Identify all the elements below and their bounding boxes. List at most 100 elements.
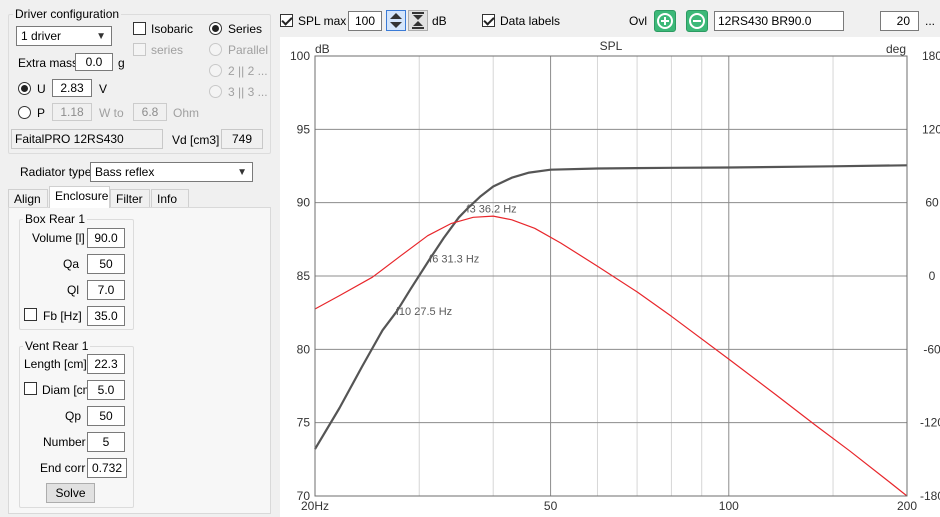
- extra-mass-unit: g: [118, 56, 125, 70]
- fit-scale-button[interactable]: [408, 10, 428, 31]
- voltage-unit: V: [99, 82, 108, 96]
- series-sub-label: series: [151, 43, 184, 57]
- vent-rear-title: Vent Rear 1: [23, 339, 91, 353]
- db-unit-label: dB: [432, 14, 447, 28]
- tab-info[interactable]: Info: [151, 189, 189, 208]
- ql-label: Ql: [67, 283, 79, 297]
- minus-circle-icon: [689, 13, 705, 29]
- series-radio[interactable]: [209, 22, 222, 35]
- radiator-type-select[interactable]: Bass reflex ▼: [90, 162, 253, 182]
- fit-arrows-icon: [412, 12, 424, 29]
- end-corr-input[interactable]: 0.732: [87, 458, 127, 478]
- length-input[interactable]: 22.3: [87, 354, 125, 374]
- y2-tick-label: 180: [922, 49, 940, 63]
- fb-checkbox[interactable]: [24, 308, 37, 321]
- y-tick-label: 85: [297, 269, 311, 283]
- y-axis-unit: dB: [315, 42, 330, 56]
- length-label: Length [cm]: [24, 357, 87, 371]
- isobaric-checkbox[interactable]: [133, 22, 146, 35]
- cutoff-annotation-label: f3 36.2 Hz: [467, 204, 517, 216]
- power-input[interactable]: 1.18: [52, 103, 92, 121]
- fb-label: Fb [Hz]: [43, 309, 82, 323]
- y2-tick-label: 60: [925, 196, 939, 210]
- y2-axis-unit: deg: [886, 42, 906, 56]
- x-tick-label: 50: [544, 499, 558, 513]
- radiator-type-label: Radiator type: [20, 165, 92, 179]
- fb-input[interactable]: 35.0: [87, 306, 125, 326]
- power-label: P: [37, 106, 46, 120]
- series-checkbox[interactable]: [133, 43, 146, 56]
- driver-name-field: FaitalPRO 12RS430: [11, 129, 163, 149]
- chevron-down-icon: ▼: [237, 167, 247, 178]
- qa-label: Qa: [63, 257, 80, 271]
- spl-max-input[interactable]: 100: [348, 11, 382, 31]
- qp-label: Qp: [65, 409, 82, 423]
- number-label: Number: [43, 435, 86, 449]
- spl-chart: f3 36.2 Hzf6 31.3 Hzf10 27.5 Hz 20Hz 50 10…: [280, 37, 940, 517]
- driver-count-value: 1 driver: [21, 29, 62, 43]
- power-radio[interactable]: [18, 106, 31, 119]
- box-rear-title: Box Rear 1: [23, 212, 88, 226]
- y-tick-label: 70: [297, 489, 311, 503]
- cutoff-annotation-label: f10 27.5 Hz: [396, 306, 452, 318]
- qp-input[interactable]: 50: [87, 406, 125, 426]
- tab-enclosure[interactable]: Enclosure: [49, 186, 110, 208]
- extra-mass-input[interactable]: 0.0: [75, 53, 113, 71]
- parallel-radio[interactable]: [209, 43, 222, 56]
- ql-input[interactable]: 7.0: [87, 280, 125, 300]
- spl-max-label: SPL max: [298, 14, 347, 28]
- option-3x3-radio[interactable]: [209, 85, 222, 98]
- y-tick-label: 80: [297, 342, 311, 356]
- ohm-input[interactable]: 6.8: [133, 103, 167, 121]
- y-tick-label: 100: [290, 49, 310, 63]
- y-tick-label: 90: [297, 196, 311, 210]
- parallel-label: Parallel: [228, 43, 269, 57]
- ohm-unit: Ohm: [173, 106, 200, 120]
- extra-mass-label: Extra mass: [18, 56, 79, 70]
- qa-input[interactable]: 50: [87, 254, 125, 274]
- radiator-type-value: Bass reflex: [95, 165, 155, 179]
- tab-filter[interactable]: Filter: [110, 189, 150, 208]
- number-input[interactable]: 5: [87, 432, 125, 452]
- end-corr-label: End corr: [40, 461, 86, 475]
- add-overlay-button[interactable]: [654, 10, 676, 32]
- data-labels-checkbox[interactable]: [482, 14, 495, 27]
- x-tick-label: 200: [897, 499, 917, 513]
- volume-label: Volume [l]: [32, 231, 85, 245]
- y2-tick-label: -60: [923, 342, 940, 356]
- plus-circle-icon: [657, 13, 673, 29]
- y2-tick-label: -120: [920, 416, 940, 430]
- vd-label: Vd [cm3]: [172, 133, 220, 147]
- overlay-label: Ovl: [629, 14, 647, 28]
- overlay-name-input[interactable]: 12RS430 BR90.0: [714, 11, 844, 31]
- more-options-button[interactable]: ...: [925, 14, 935, 28]
- cutoff-annotation-label: f6 31.3 Hz: [429, 253, 479, 265]
- count-input[interactable]: 20: [880, 11, 919, 31]
- voltage-label: U: [37, 82, 46, 96]
- series-label: Series: [228, 22, 263, 36]
- y-tick-label: 75: [297, 416, 311, 430]
- x-tick-label: 100: [719, 499, 739, 513]
- diam-input[interactable]: 5.0: [87, 380, 125, 400]
- up-down-arrows-icon: [390, 13, 402, 28]
- diam-checkbox[interactable]: [24, 382, 37, 395]
- y2-tick-label: 0: [929, 269, 936, 283]
- chevron-down-icon: ▼: [96, 31, 106, 42]
- spl-max-checkbox[interactable]: [280, 14, 293, 27]
- remove-overlay-button[interactable]: [686, 10, 708, 32]
- volume-input[interactable]: 90.0: [87, 228, 125, 248]
- solve-button[interactable]: Solve: [46, 483, 95, 503]
- driver-configuration-title: Driver configuration: [13, 7, 122, 21]
- tab-align[interactable]: Align: [8, 189, 48, 208]
- w-to-label: W to: [99, 106, 124, 120]
- vd-field: 749: [221, 129, 263, 149]
- spl-up-down-button[interactable]: [386, 10, 406, 31]
- option-3x3-label: 3 || 3 ...: [228, 85, 268, 99]
- voltage-radio[interactable]: [18, 82, 31, 95]
- chart-title: SPL: [600, 39, 623, 53]
- voltage-input[interactable]: 2.83: [52, 79, 92, 97]
- option-2x2-radio[interactable]: [209, 64, 222, 77]
- isobaric-label: Isobaric: [151, 22, 194, 36]
- y2-tick-label: 120: [922, 122, 940, 136]
- driver-count-select[interactable]: 1 driver ▼: [16, 26, 112, 46]
